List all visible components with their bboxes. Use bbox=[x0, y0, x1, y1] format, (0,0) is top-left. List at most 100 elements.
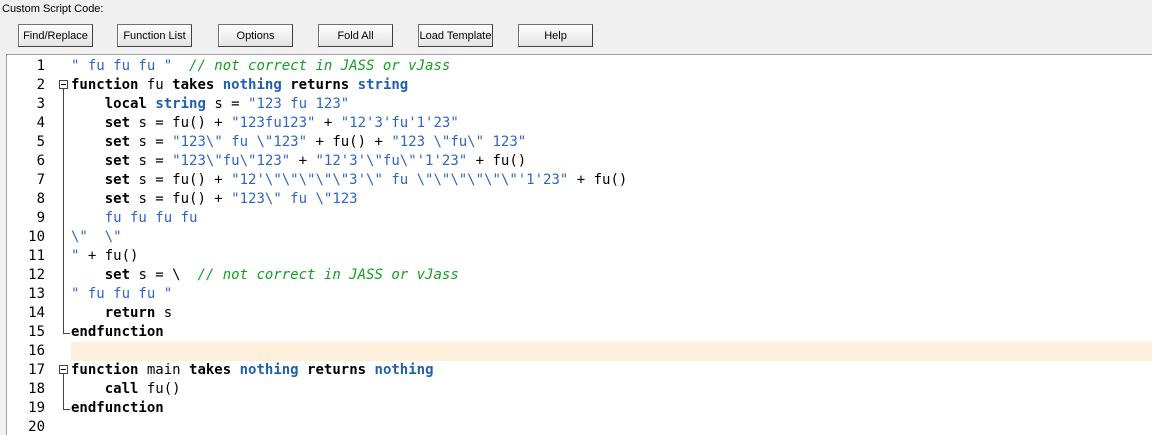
code-line[interactable]: 12 set s = \ // not correct in JASS or v… bbox=[7, 266, 1152, 285]
code-token-kw: function bbox=[71, 362, 139, 378]
code-text: set s = fu() + "123\" fu \"123 bbox=[71, 190, 1152, 209]
code-token-plain: + fu() + bbox=[307, 134, 392, 150]
line-number: 3 bbox=[36, 96, 45, 112]
code-token-str: "12'3'fu'1'23" bbox=[340, 115, 459, 131]
code-token-plain: + fu() bbox=[467, 153, 527, 169]
code-token-str: "123\" fu \"123 bbox=[231, 191, 358, 207]
code-line[interactable]: 1 " fu fu fu " // not correct in JASS or … bbox=[7, 57, 1152, 76]
code-token-type: string bbox=[357, 77, 409, 93]
code-text: " + fu() bbox=[71, 247, 1152, 266]
code-line[interactable]: 16 bbox=[7, 342, 1152, 361]
line-number: 4 bbox=[36, 115, 45, 131]
line-number: 2 bbox=[36, 77, 45, 93]
code-token-str: " fu fu fu " bbox=[71, 58, 190, 74]
code-line[interactable]: 20 bbox=[7, 418, 1152, 435]
function-list-button[interactable]: Function List bbox=[117, 24, 192, 47]
code-line[interactable]: 15 endfunction bbox=[7, 323, 1152, 342]
line-number: 7 bbox=[36, 172, 45, 188]
fold-toggle-icon[interactable] bbox=[59, 80, 68, 89]
line-number: 17 bbox=[28, 362, 45, 378]
code-token-kw: set bbox=[104, 191, 131, 207]
code-token-type: nothing bbox=[222, 77, 282, 93]
code-token-kw: set bbox=[104, 115, 131, 131]
find-replace-button[interactable]: Find/Replace bbox=[18, 24, 93, 47]
fold-all-button[interactable]: Fold All bbox=[318, 24, 393, 47]
code-line[interactable]: 3 local string s = "123 fu 123" bbox=[7, 95, 1152, 114]
code-editor[interactable]: 1 " fu fu fu " // not correct in JASS or … bbox=[6, 54, 1152, 435]
line-number: 16 bbox=[28, 343, 45, 359]
code-token-plain: + fu() bbox=[79, 248, 139, 264]
code-line[interactable]: 8 set s = fu() + "123\" fu \"123 bbox=[7, 190, 1152, 209]
code-text bbox=[71, 342, 1152, 361]
code-token-plain: s = bbox=[205, 96, 249, 112]
code-token-str: "123\"fu\"123" bbox=[172, 153, 291, 169]
code-token-plain: s = bbox=[130, 134, 173, 150]
code-text: fu fu fu fu bbox=[71, 209, 1152, 228]
code-text: " fu fu fu " bbox=[71, 285, 1152, 304]
code-line[interactable]: 9 fu fu fu fu bbox=[7, 209, 1152, 228]
help-button[interactable]: Help bbox=[518, 24, 593, 47]
code-line[interactable]: 19 endfunction bbox=[7, 399, 1152, 418]
code-token-str: "123fu123" bbox=[231, 115, 316, 131]
code-line[interactable]: 2 function fu takes nothing returns strin… bbox=[7, 76, 1152, 95]
code-text: set s = \ // not correct in JASS or vJas… bbox=[71, 266, 1152, 285]
code-line[interactable]: 5 set s = "123\" fu \"123" + fu() + "123… bbox=[7, 133, 1152, 152]
line-number: 1 bbox=[36, 58, 45, 74]
code-token-str: " fu fu fu " bbox=[71, 286, 173, 302]
code-token-str: fu fu fu fu bbox=[71, 210, 198, 226]
code-token-plain: s = bbox=[130, 153, 173, 169]
code-token-type: nothing bbox=[374, 362, 434, 378]
code-token-plain: s = fu() + bbox=[130, 191, 232, 207]
code-token-cmt: // not correct in JASS or vJass bbox=[197, 267, 459, 283]
code-text: \" \" bbox=[71, 228, 1152, 247]
code-token-plain: s = fu() + bbox=[130, 172, 232, 188]
line-number: 6 bbox=[36, 153, 45, 169]
options-button[interactable]: Options bbox=[218, 24, 293, 47]
code-line[interactable]: 17 function main takes nothing returns no… bbox=[7, 361, 1152, 380]
code-line[interactable]: 7 set s = fu() + "12'\"\"\"\"\"3'\" fu \… bbox=[7, 171, 1152, 190]
code-token-cmt: // not correct in JASS or vJass bbox=[189, 58, 451, 74]
code-text: function fu takes nothing returns string bbox=[71, 76, 1152, 95]
code-token-kw: takes bbox=[189, 362, 232, 378]
code-token-plain: fu() bbox=[138, 381, 181, 397]
code-line[interactable]: 10 \" \" bbox=[7, 228, 1152, 247]
code-token-kw: call bbox=[104, 381, 139, 397]
code-token-plain: + bbox=[315, 115, 341, 131]
line-number: 13 bbox=[28, 286, 45, 302]
code-line[interactable]: 14 return s bbox=[7, 304, 1152, 323]
code-token-kw: return bbox=[104, 305, 156, 321]
code-line[interactable]: 11 " + fu() bbox=[7, 247, 1152, 266]
code-text: return s bbox=[71, 304, 1152, 323]
fold-toggle-icon[interactable] bbox=[59, 365, 68, 374]
code-text: set s = "123\" fu \"123" + fu() + "123 \… bbox=[71, 133, 1152, 152]
code-text: endfunction bbox=[71, 399, 1152, 418]
code-token-kw: set bbox=[104, 172, 131, 188]
code-line[interactable]: 18 call fu() bbox=[7, 380, 1152, 399]
line-number: 14 bbox=[28, 305, 45, 321]
line-number: 11 bbox=[28, 248, 45, 264]
code-token-type: string bbox=[155, 96, 206, 112]
fold-guide-line bbox=[63, 374, 64, 409]
code-line[interactable]: 13 " fu fu fu " bbox=[7, 285, 1152, 304]
code-token-kw: takes bbox=[172, 77, 215, 93]
code-text: set s = fu() + "12'\"\"\"\"\"3'\" fu \"\… bbox=[71, 171, 1152, 190]
line-number: 10 bbox=[28, 229, 45, 245]
line-number: 5 bbox=[36, 134, 45, 150]
code-line[interactable]: 4 set s = fu() + "123fu123" + "12'3'fu'1… bbox=[7, 114, 1152, 133]
code-line[interactable]: 6 set s = "123\"fu\"123" + "12'3'\"fu\"'… bbox=[7, 152, 1152, 171]
code-token-kw: local bbox=[104, 96, 147, 112]
load-template-button[interactable]: Load Template bbox=[418, 24, 493, 47]
code-token-str: "123 fu 123" bbox=[248, 96, 350, 112]
code-text: function main takes nothing returns noth… bbox=[71, 361, 1152, 380]
code-token-kw: set bbox=[104, 134, 131, 150]
